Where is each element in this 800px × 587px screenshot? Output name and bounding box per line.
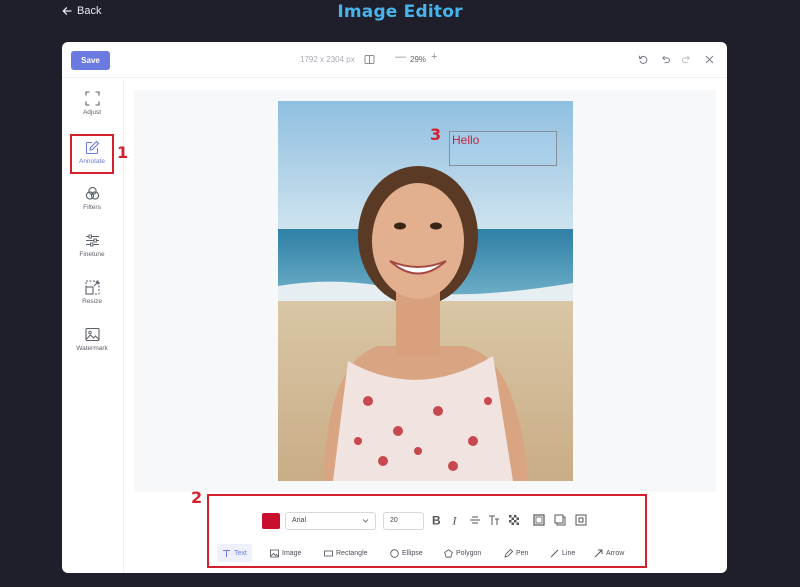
sidebar-item-label: Watermark bbox=[76, 345, 108, 352]
strikethrough-button[interactable] bbox=[468, 513, 482, 527]
tool-label: Image bbox=[282, 549, 302, 557]
tool-label: Rectangle bbox=[336, 549, 368, 557]
save-button[interactable]: Save bbox=[71, 51, 110, 70]
tool-label: Text bbox=[234, 549, 247, 557]
tool-image[interactable]: Image bbox=[265, 544, 306, 562]
text-icon bbox=[223, 549, 230, 557]
redo-icon[interactable] bbox=[681, 54, 692, 65]
color-picker[interactable] bbox=[262, 513, 280, 529]
zoom-out-button[interactable]: — bbox=[395, 51, 406, 63]
tools-sidebar: Adjust Annotate Filters Finetune Resize … bbox=[62, 79, 124, 573]
step-marker-1: 1 bbox=[117, 143, 129, 162]
sidebar-item-filters[interactable]: Filters bbox=[68, 182, 116, 222]
sidebar-item-watermark[interactable]: Watermark bbox=[68, 323, 116, 363]
editor-card: Save 1792 x 2304 px — 29% + Adjust Annot… bbox=[62, 42, 727, 573]
tool-text[interactable]: Text bbox=[217, 544, 252, 562]
tool-arrow[interactable]: Arrow bbox=[589, 544, 629, 562]
annotation-toolbox: Arial 20 B I Text Image Rectangle Ellips… bbox=[207, 494, 647, 568]
tool-label: Pen bbox=[516, 549, 529, 557]
svg-text:I: I bbox=[452, 514, 458, 526]
step-marker-2: 2 bbox=[191, 488, 203, 507]
outline-button[interactable] bbox=[574, 513, 588, 527]
sidebar-item-label: Filters bbox=[83, 204, 101, 211]
rectangle-icon bbox=[324, 550, 333, 556]
reset-icon[interactable] bbox=[638, 54, 649, 65]
pen-icon bbox=[504, 548, 513, 558]
shadow-icon bbox=[554, 514, 566, 526]
svg-text:B: B bbox=[432, 514, 441, 526]
sidebar-item-annotate[interactable]: Annotate bbox=[70, 134, 114, 174]
compare-icon[interactable] bbox=[364, 54, 375, 65]
text-size-button[interactable] bbox=[487, 513, 501, 527]
transparency-icon bbox=[509, 515, 519, 525]
image-icon bbox=[84, 327, 100, 342]
line-icon bbox=[550, 549, 559, 557]
text-size-icon bbox=[489, 515, 499, 525]
tool-line[interactable]: Line bbox=[545, 544, 580, 562]
tool-pen[interactable]: Pen bbox=[499, 544, 533, 562]
sidebar-item-label: Resize bbox=[82, 298, 102, 305]
font-family-select[interactable]: Arial bbox=[285, 512, 376, 530]
background-box-button[interactable] bbox=[532, 513, 546, 527]
image-dimensions: 1792 x 2304 px bbox=[300, 55, 355, 64]
arrow-icon bbox=[594, 549, 603, 557]
zoom-level: 29% bbox=[410, 55, 427, 64]
transparency-button[interactable] bbox=[507, 513, 521, 527]
filters-icon bbox=[85, 186, 99, 200]
sidebar-item-resize[interactable]: Resize bbox=[68, 276, 116, 316]
tool-label: Ellipse bbox=[402, 549, 423, 557]
sliders-icon bbox=[85, 234, 99, 247]
crop-icon bbox=[84, 91, 100, 106]
undo-icon[interactable] bbox=[660, 54, 671, 65]
step-marker-3: 3 bbox=[430, 125, 442, 144]
annotation-text[interactable]: Hello bbox=[452, 133, 479, 147]
bold-button[interactable]: B bbox=[429, 513, 443, 527]
tool-rectangle[interactable]: Rectangle bbox=[319, 544, 373, 562]
outline-icon bbox=[575, 514, 587, 526]
edit-icon bbox=[85, 140, 99, 155]
font-family-value: Arial bbox=[292, 517, 307, 524]
page-title: Image Editor bbox=[337, 2, 463, 22]
chevron-down-icon bbox=[362, 519, 369, 523]
zoom-in-button[interactable]: + bbox=[431, 51, 437, 63]
bold-icon: B bbox=[432, 514, 441, 526]
sidebar-item-label: Adjust bbox=[82, 109, 102, 116]
tool-polygon[interactable]: Polygon bbox=[439, 544, 486, 562]
italic-button[interactable]: I bbox=[448, 513, 462, 527]
close-icon[interactable] bbox=[704, 54, 715, 65]
sidebar-item-label: Finetune bbox=[79, 251, 105, 258]
font-size-input[interactable]: 20 bbox=[383, 512, 424, 530]
tool-label: Polygon bbox=[456, 549, 482, 557]
ellipse-icon bbox=[390, 548, 399, 558]
tool-label: Arrow bbox=[606, 549, 625, 557]
sidebar-item-finetune[interactable]: Finetune bbox=[68, 229, 116, 269]
tool-ellipse[interactable]: Ellipse bbox=[385, 544, 428, 562]
resize-icon bbox=[84, 280, 99, 295]
tool-label: Line bbox=[562, 549, 576, 557]
italic-icon: I bbox=[452, 514, 458, 526]
image-icon bbox=[270, 549, 279, 557]
text-annotation[interactable]: Hello bbox=[449, 131, 557, 166]
sidebar-item-label: Annotate bbox=[78, 158, 106, 165]
strikethrough-icon bbox=[470, 516, 480, 524]
polygon-icon bbox=[444, 548, 453, 558]
sidebar-item-adjust[interactable]: Adjust bbox=[68, 87, 116, 127]
editor-toolbar: Save 1792 x 2304 px — 29% + bbox=[62, 42, 727, 78]
shadow-button[interactable] bbox=[553, 513, 567, 527]
background-box-icon bbox=[533, 514, 545, 526]
